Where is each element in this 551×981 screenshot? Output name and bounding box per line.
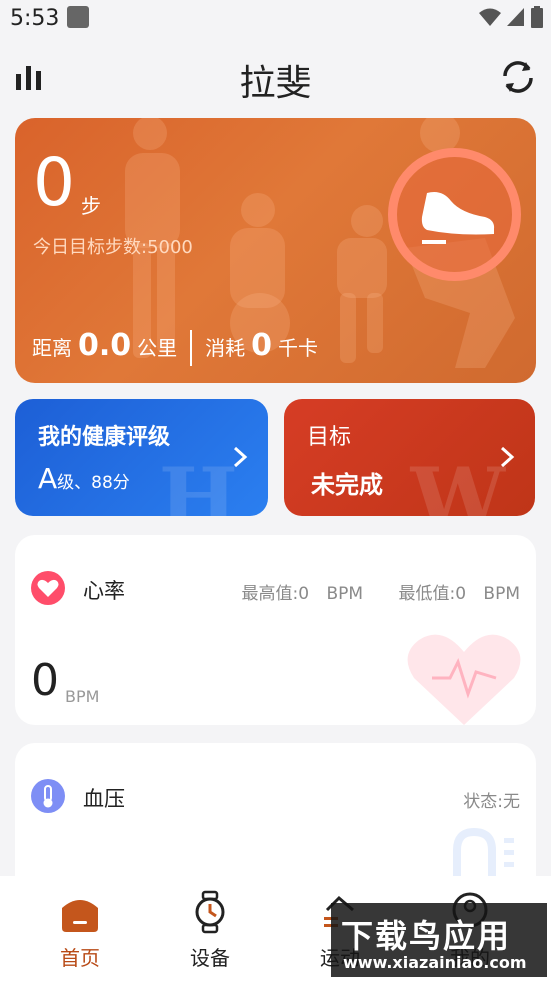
app-header: 拉斐	[0, 50, 551, 108]
status-time: 5:53	[10, 6, 60, 31]
shoe-icon	[421, 192, 495, 244]
watch-icon	[195, 890, 225, 934]
chevron-right-icon	[233, 446, 248, 468]
battery-icon	[531, 6, 543, 28]
watermark-text: 下载鸟应用	[341, 917, 512, 955]
blood-pressure-status: 状态:无	[463, 792, 520, 812]
tab-home-label: 首页	[60, 946, 100, 970]
goal-card-decoration: W	[410, 449, 505, 516]
blood-pressure-icon-badge	[31, 779, 65, 813]
heart-rate-range: 最高值:0 BPM 最低值:0 BPM	[242, 579, 520, 604]
health-rating-card[interactable]: H 我的健康评级 A级、88分	[15, 399, 268, 516]
heart-rate-icon-badge	[31, 571, 65, 605]
steps-progress-ring	[388, 148, 521, 281]
health-grade-score: 级、88分	[57, 473, 130, 493]
health-grade-letter: A	[38, 462, 58, 495]
site-watermark: 下载鸟应用 www.xiazainiao.com	[331, 903, 547, 977]
steps-count: 0	[33, 144, 75, 221]
notification-app-icon	[67, 6, 89, 28]
tab-home[interactable]: 首页	[20, 890, 140, 971]
tab-device-label: 设备	[190, 946, 230, 970]
calories-label: 消耗	[205, 336, 246, 360]
health-card-title: 我的健康评级	[38, 425, 171, 450]
sync-icon[interactable]	[499, 58, 537, 96]
distance-label: 距离	[32, 336, 72, 360]
health-card-decoration: H	[158, 449, 238, 516]
tab-device[interactable]: 设备	[150, 890, 270, 971]
health-grade: A级、88分	[38, 462, 130, 495]
thermometer-icon	[43, 785, 53, 808]
heart-rate-max: 最高值:0 BPM	[241, 584, 364, 604]
status-bar: 5:53	[0, 0, 551, 38]
heart-rate-unit: BPM	[65, 687, 100, 706]
heart-icon	[37, 579, 59, 597]
stats-divider	[190, 330, 193, 366]
heart-rate-min: 最低值:0 BPM	[398, 584, 520, 604]
steps-card[interactable]: 0 步 今日目标步数:5000 距离 0.0 公里 消耗 0 千卡	[15, 118, 536, 383]
heart-rate-value: 0	[31, 655, 59, 706]
heart-rate-title: 心率	[83, 579, 125, 603]
distance-value: 0.0	[78, 328, 132, 363]
status-indicators	[479, 6, 543, 28]
chevron-right-icon	[500, 446, 515, 468]
heart-decoration-icon	[407, 634, 521, 725]
home-icon	[62, 900, 98, 932]
goal-status: 未完成	[311, 471, 383, 499]
goal-card[interactable]: W 目标 未完成	[284, 399, 535, 516]
calories-unit: 千卡	[278, 336, 319, 360]
wifi-icon	[479, 8, 501, 26]
steps-stats-row: 距离 0.0 公里 消耗 0 千卡	[32, 328, 318, 368]
distance-unit: 公里	[137, 336, 178, 360]
goal-card-title: 目标	[307, 425, 352, 450]
watermark-url: www.xiazainiao.com	[343, 953, 527, 972]
steps-goal: 今日目标步数:5000	[33, 237, 193, 258]
calories-value: 0	[251, 328, 273, 363]
heart-rate-panel[interactable]: 心率 最高值:0 BPM 最低值:0 BPM 0 BPM	[15, 535, 536, 725]
blood-pressure-title: 血压	[83, 787, 125, 811]
signal-icon	[507, 8, 524, 26]
steps-unit: 步	[81, 194, 101, 218]
page-title: 拉斐	[239, 63, 312, 104]
